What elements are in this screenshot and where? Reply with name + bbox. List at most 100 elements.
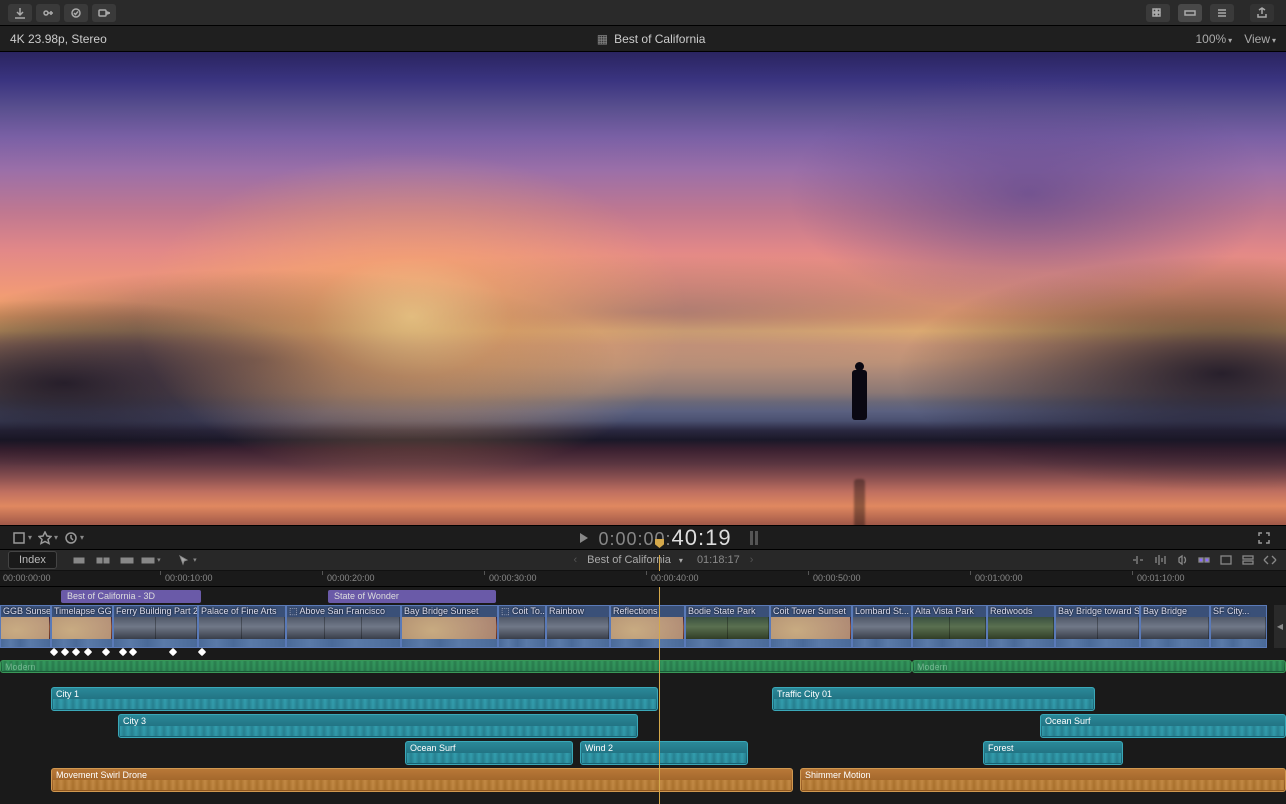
retime-menu[interactable]: ▾ bbox=[62, 529, 86, 547]
background-tasks-button[interactable] bbox=[92, 4, 116, 22]
audio-clip[interactable]: Shimmer Motion bbox=[800, 768, 1286, 792]
keyword-button[interactable] bbox=[36, 4, 60, 22]
video-clip[interactable]: ⬚ Coit To... bbox=[498, 605, 546, 648]
project-title: Best of California bbox=[614, 32, 705, 46]
keyframe-marker[interactable] bbox=[84, 648, 92, 656]
viewer-frame bbox=[0, 52, 1286, 525]
audio-clip-label: City 3 bbox=[123, 716, 146, 726]
keyframe-marker[interactable] bbox=[169, 648, 177, 656]
title-clip[interactable]: Best of California - 3D bbox=[61, 590, 201, 603]
audio-clip[interactable]: Ocean Surf bbox=[405, 741, 573, 765]
overwrite-clip-button[interactable]: ▾ bbox=[141, 552, 161, 568]
connect-clip-button[interactable] bbox=[69, 552, 89, 568]
audio-clip[interactable]: Modern bbox=[912, 660, 1286, 673]
video-clip[interactable]: Coit Tower Sunset bbox=[770, 605, 852, 648]
timeline-ruler[interactable]: 00:00:00:0000:00:10:0000:00:20:0000:00:3… bbox=[0, 571, 1286, 587]
clip-appearance-toggle[interactable] bbox=[1240, 553, 1256, 567]
keyframe-marker[interactable] bbox=[102, 648, 110, 656]
title-clip[interactable]: State of Wonder bbox=[328, 590, 496, 603]
fullscreen-button[interactable] bbox=[1252, 529, 1276, 547]
video-clip[interactable]: Timelapse GGB bbox=[51, 605, 113, 648]
timeline-next[interactable]: › bbox=[746, 554, 758, 566]
clip-appearance-button[interactable] bbox=[1146, 4, 1170, 22]
view-menu[interactable]: View▾ bbox=[1244, 32, 1276, 46]
select-tool[interactable]: ▾ bbox=[177, 552, 197, 568]
audio-clip-label: City 1 bbox=[56, 689, 79, 699]
enhance-button[interactable] bbox=[64, 4, 88, 22]
audio-clip-label: Movement Swirl Drone bbox=[56, 770, 147, 780]
video-clip[interactable]: Ferry Building Part 2 bbox=[113, 605, 198, 648]
audio-clip[interactable]: Forest bbox=[983, 741, 1123, 765]
audio-clip[interactable]: Modern bbox=[0, 660, 912, 673]
keyframe-marker[interactable] bbox=[72, 648, 80, 656]
playhead[interactable] bbox=[659, 555, 660, 571]
video-clip[interactable]: Lombard St... bbox=[852, 605, 912, 648]
audio-clip[interactable]: City 3 bbox=[118, 714, 638, 738]
film-icon: ▦ bbox=[597, 32, 608, 46]
zoom-menu[interactable]: 100%▾ bbox=[1195, 32, 1232, 46]
clip-label: Rainbow bbox=[549, 606, 584, 616]
audio-clip[interactable]: City 1 bbox=[51, 687, 658, 711]
clip-label: Coit Tower Sunset bbox=[773, 606, 846, 616]
video-clip[interactable]: Reflections bbox=[610, 605, 685, 648]
keyframe-marker[interactable] bbox=[61, 648, 69, 656]
import-button[interactable] bbox=[8, 4, 32, 22]
keyframe-marker[interactable] bbox=[129, 648, 137, 656]
audio-clip[interactable]: Movement Swirl Drone bbox=[51, 768, 793, 792]
transform-menu[interactable]: ▾ bbox=[10, 529, 34, 547]
ruler-mark: 00:00:10:00 bbox=[165, 573, 213, 583]
timeline-prev[interactable]: ‹ bbox=[569, 554, 581, 566]
audio-clip[interactable]: Wind 2 bbox=[580, 741, 748, 765]
effects-browser-button[interactable] bbox=[1262, 553, 1278, 567]
clip-label: Alta Vista Park bbox=[915, 606, 974, 616]
app-toolbar bbox=[0, 0, 1286, 26]
video-clip[interactable]: Redwoods bbox=[987, 605, 1055, 648]
timeline-layout-button[interactable] bbox=[1218, 553, 1234, 567]
append-clip-button[interactable] bbox=[117, 552, 137, 568]
keyframe-marker[interactable] bbox=[50, 648, 58, 656]
solo-toggle[interactable] bbox=[1174, 553, 1190, 567]
video-clip[interactable]: Bay Bridge toward SF bbox=[1055, 605, 1140, 648]
viewer[interactable] bbox=[0, 52, 1286, 525]
video-clip[interactable]: Rainbow bbox=[546, 605, 610, 648]
video-clip[interactable]: Bodie State Park bbox=[685, 605, 770, 648]
ruler-mark: 00:00:40:00 bbox=[651, 573, 699, 583]
primary-storyline[interactable]: GGB SunsetTimelapse GGBFerry Building Pa… bbox=[0, 605, 1267, 648]
audio-clip-label: Shimmer Motion bbox=[805, 770, 871, 780]
video-clip[interactable]: ⬚ Above San Francisco bbox=[286, 605, 401, 648]
tools-button[interactable] bbox=[1210, 4, 1234, 22]
keyframe-marker[interactable] bbox=[119, 648, 127, 656]
marker-row bbox=[0, 649, 1286, 655]
timecode-display[interactable]: 0:00:00:40:19 bbox=[598, 525, 731, 551]
silhouette-reflection bbox=[850, 457, 870, 525]
audio-clip[interactable]: Ocean Surf bbox=[1040, 714, 1286, 738]
audio-skimming-toggle[interactable] bbox=[1152, 553, 1168, 567]
video-clip[interactable]: GGB Sunset bbox=[0, 605, 51, 648]
snapping-toggle[interactable] bbox=[1196, 553, 1212, 567]
timeline[interactable]: GGB SunsetTimelapse GGBFerry Building Pa… bbox=[0, 587, 1286, 804]
audio-clip[interactable]: Traffic City 01 bbox=[772, 687, 1095, 711]
clip-label: Ferry Building Part 2 bbox=[116, 606, 198, 616]
format-info: 4K 23.98p, Stereo bbox=[10, 32, 107, 46]
video-clip[interactable]: SF City... bbox=[1210, 605, 1267, 648]
index-button[interactable]: Index bbox=[8, 551, 57, 569]
video-clip[interactable]: Bay Bridge Sunset bbox=[401, 605, 498, 648]
info-bar: 4K 23.98p, Stereo ▦ Best of California 1… bbox=[0, 26, 1286, 52]
video-clip[interactable]: Palace of Fine Arts bbox=[198, 605, 286, 648]
clip-label: Reflections bbox=[613, 606, 658, 616]
skimming-toggle[interactable] bbox=[1130, 553, 1146, 567]
filmstrip-button[interactable] bbox=[1178, 4, 1202, 22]
insert-clip-button[interactable] bbox=[93, 552, 113, 568]
share-button[interactable] bbox=[1250, 4, 1274, 22]
effects-menu[interactable]: ▾ bbox=[36, 529, 60, 547]
video-clip[interactable]: Bay Bridge bbox=[1140, 605, 1210, 648]
clip-label: GGB Sunset bbox=[3, 606, 51, 616]
timeline-scroll-right[interactable] bbox=[1274, 605, 1286, 648]
audio-meter bbox=[750, 531, 758, 545]
playhead[interactable] bbox=[659, 587, 660, 804]
video-clip[interactable]: Alta Vista Park bbox=[912, 605, 987, 648]
ruler-mark: 00:01:00:00 bbox=[975, 573, 1023, 583]
ruler-mark: 00:00:00:00 bbox=[3, 573, 51, 583]
keyframe-marker[interactable] bbox=[198, 648, 206, 656]
play-button[interactable] bbox=[580, 533, 588, 543]
